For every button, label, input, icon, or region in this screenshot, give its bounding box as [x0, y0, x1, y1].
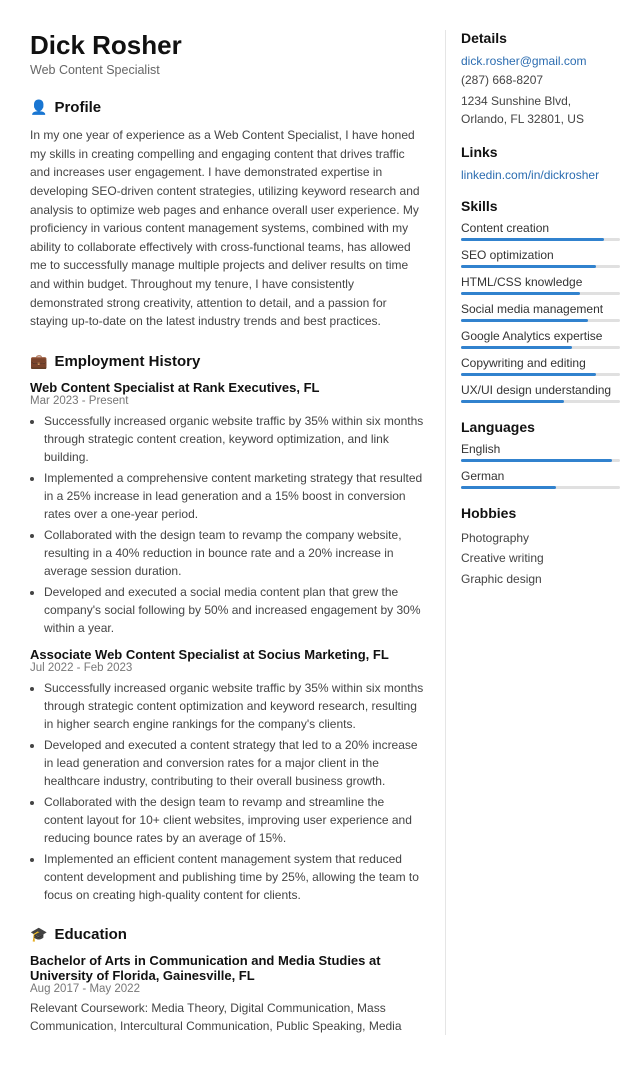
job-bullet-1-2: Collaborated with the design team to rev… — [44, 793, 425, 847]
edu-text-0: Relevant Coursework: Media Theory, Digit… — [30, 999, 425, 1035]
skill-name-1: SEO optimization — [461, 248, 620, 262]
job-date-0: Mar 2023 - Present — [30, 395, 425, 407]
lang-bar-fill-0 — [461, 459, 612, 462]
details-section-title: Details — [461, 30, 620, 46]
links-section-title: Links — [461, 144, 620, 160]
lang-bar-fill-1 — [461, 486, 556, 489]
job-date-1: Jul 2022 - Feb 2023 — [30, 662, 425, 674]
skill-name-4: Google Analytics expertise — [461, 329, 620, 343]
skill-item-6: UX/UI design understanding — [461, 383, 620, 403]
skill-name-0: Content creation — [461, 221, 620, 235]
name: Dick Rosher — [30, 30, 425, 61]
skill-bar-fill-0 — [461, 238, 604, 241]
skill-bar-fill-1 — [461, 265, 596, 268]
education-section-heading: 🎓 Education — [30, 926, 425, 943]
profile-icon: 👤 — [30, 99, 47, 116]
address-text: 1234 Sunshine Blvd, Orlando, FL 32801, U… — [461, 92, 620, 128]
skill-bar-bg-4 — [461, 346, 620, 349]
skill-bar-bg-3 — [461, 319, 620, 322]
employment-icon: 💼 — [30, 353, 47, 370]
skill-bar-fill-5 — [461, 373, 596, 376]
profile-section-heading: 👤 Profile — [30, 99, 425, 116]
skill-item-5: Copywriting and editing — [461, 356, 620, 376]
skill-bar-fill-3 — [461, 319, 588, 322]
skill-item-0: Content creation — [461, 221, 620, 241]
skill-bar-fill-4 — [461, 346, 572, 349]
lang-bar-bg-0 — [461, 459, 620, 462]
edu-date-0: Aug 2017 - May 2022 — [30, 983, 425, 995]
job-item-1: Associate Web Content Specialist at Soci… — [30, 647, 425, 904]
lang-bar-bg-1 — [461, 486, 620, 489]
skill-bar-bg-0 — [461, 238, 620, 241]
skill-name-2: HTML/CSS knowledge — [461, 275, 620, 289]
languages-section-title: Languages — [461, 419, 620, 435]
skill-bar-bg-2 — [461, 292, 620, 295]
job-title-0: Web Content Specialist at Rank Executive… — [30, 380, 425, 395]
job-bullets-0: Successfully increased organic website t… — [44, 412, 425, 637]
job-bullet-0-2: Collaborated with the design team to rev… — [44, 526, 425, 580]
skill-name-3: Social media management — [461, 302, 620, 316]
job-bullet-1-0: Successfully increased organic website t… — [44, 679, 425, 733]
skill-item-1: SEO optimization — [461, 248, 620, 268]
lang-item-1: German — [461, 469, 620, 489]
hobby-2: Graphic design — [461, 569, 620, 589]
skill-bar-bg-1 — [461, 265, 620, 268]
hobbies-section-title: Hobbies — [461, 505, 620, 521]
edu-degree-0: Bachelor of Arts in Communication and Me… — [30, 953, 425, 983]
skill-item-3: Social media management — [461, 302, 620, 322]
profile-text: In my one year of experience as a Web Co… — [30, 126, 425, 331]
lang-item-0: English — [461, 442, 620, 462]
skill-item-4: Google Analytics expertise — [461, 329, 620, 349]
job-bullets-1: Successfully increased organic website t… — [44, 679, 425, 904]
lang-name-0: English — [461, 442, 620, 456]
job-bullet-0-0: Successfully increased organic website t… — [44, 412, 425, 466]
skill-bar-fill-2 — [461, 292, 580, 295]
lang-name-1: German — [461, 469, 620, 483]
linkedin-link[interactable]: linkedin.com/in/dickrosher — [461, 168, 599, 182]
job-bullet-1-1: Developed and executed a content strateg… — [44, 736, 425, 790]
job-bullet-0-3: Developed and executed a social media co… — [44, 583, 425, 637]
skill-name-6: UX/UI design understanding — [461, 383, 620, 397]
job-item-0: Web Content Specialist at Rank Executive… — [30, 380, 425, 637]
skill-bar-bg-5 — [461, 373, 620, 376]
hobby-0: Photography — [461, 528, 620, 548]
skills-section-title: Skills — [461, 198, 620, 214]
skill-name-5: Copywriting and editing — [461, 356, 620, 370]
job-title: Web Content Specialist — [30, 63, 425, 77]
email-link[interactable]: dick.rosher@gmail.com — [461, 54, 587, 68]
phone-text: (287) 668-8207 — [461, 71, 620, 89]
skill-item-2: HTML/CSS knowledge — [461, 275, 620, 295]
skill-bar-bg-6 — [461, 400, 620, 403]
hobby-1: Creative writing — [461, 548, 620, 568]
job-bullet-0-1: Implemented a comprehensive content mark… — [44, 469, 425, 523]
skill-bar-fill-6 — [461, 400, 564, 403]
job-bullet-1-3: Implemented an efficient content managem… — [44, 850, 425, 904]
job-title-1: Associate Web Content Specialist at Soci… — [30, 647, 425, 662]
edu-item-0: Bachelor of Arts in Communication and Me… — [30, 953, 425, 1035]
education-icon: 🎓 — [30, 926, 47, 943]
employment-section-heading: 💼 Employment History — [30, 353, 425, 370]
